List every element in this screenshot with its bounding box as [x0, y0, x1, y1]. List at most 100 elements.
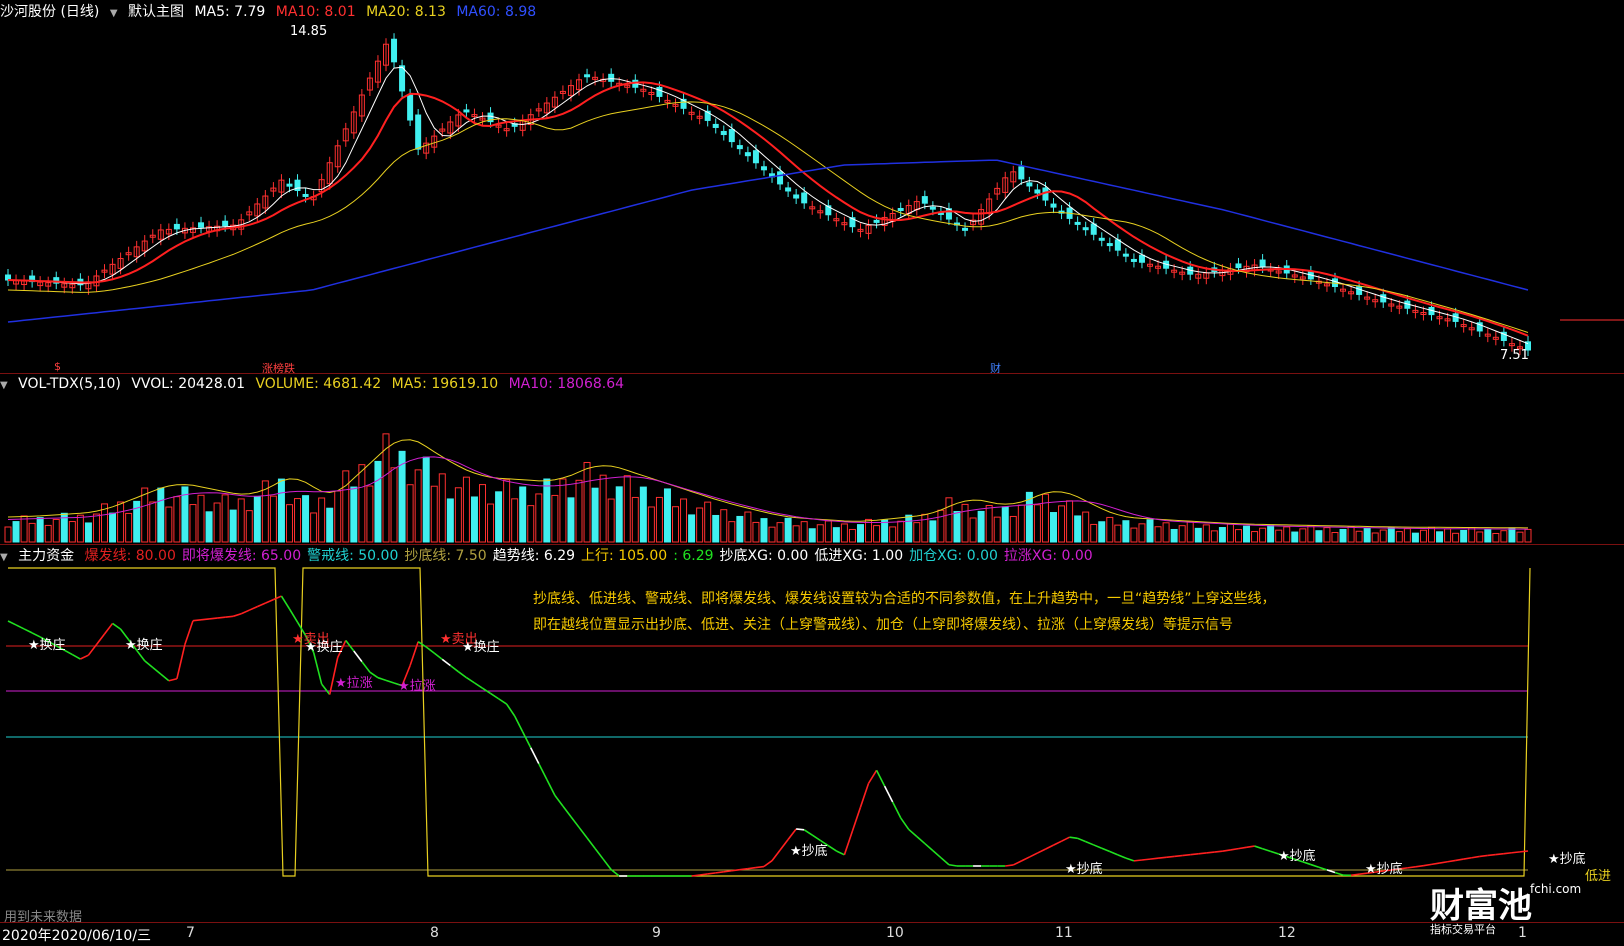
dropdown-icon[interactable]: ▼	[0, 552, 8, 563]
trend-segment	[1190, 854, 1198, 855]
trend-segment	[740, 869, 748, 870]
volume-bar	[729, 522, 735, 542]
trend-segment	[692, 875, 700, 876]
volume-bar	[882, 520, 888, 542]
candle-body	[713, 124, 718, 127]
candle-body	[464, 110, 469, 112]
trend-segment	[177, 644, 185, 678]
trend-segment	[1504, 853, 1512, 854]
trend-segment	[708, 873, 716, 874]
volume-bar	[278, 479, 284, 542]
volume-bar	[1525, 529, 1531, 542]
trend-segment	[16, 625, 24, 629]
trend-segment	[885, 786, 893, 802]
vol-indicator-name[interactable]: VOL-TDX(5,10)	[18, 376, 121, 392]
vvol-value: VVOL: 20428.01	[131, 376, 245, 392]
volume-bar	[190, 505, 196, 542]
trend-segment	[788, 829, 796, 840]
date-axis: 2020年2020/06/10/三 7 8 9 10 11 12 1	[0, 922, 1624, 946]
trend-segment	[732, 870, 740, 871]
indicator-note: 抄底线、低进线、警戒线、即将爆发线、爆发线设置较为合适的不同参数值，在上升趋势中…	[533, 586, 1276, 638]
trend-segment	[716, 872, 724, 873]
volume-bar	[1139, 524, 1145, 542]
volume-bar	[142, 488, 148, 542]
volume-bar	[1388, 527, 1394, 542]
trend-segment	[185, 621, 193, 645]
volume-bar	[1163, 523, 1169, 542]
candle-body	[1027, 183, 1032, 186]
volume-bar	[721, 510, 727, 542]
volume-value: VOLUME: 4681.42	[255, 376, 381, 392]
candle-body	[794, 195, 799, 198]
volume-bar	[849, 529, 855, 542]
volume-bar	[37, 518, 43, 542]
indicator-name[interactable]: 主力资金	[18, 548, 74, 564]
signal-chaodi: ★抄底	[1548, 848, 1586, 867]
volume-chart[interactable]	[0, 394, 1624, 544]
trend-segment	[1423, 864, 1431, 865]
volume-bar	[1284, 527, 1290, 542]
volume-bar	[689, 515, 695, 542]
volume-bar	[1493, 533, 1499, 542]
trend-segment	[603, 859, 611, 870]
trend-segment	[547, 779, 555, 795]
volume-bar	[463, 477, 469, 542]
volume-bar	[1364, 528, 1370, 542]
volume-bar	[206, 512, 212, 542]
volume-bar	[455, 488, 461, 542]
volume-bar	[681, 499, 687, 542]
trend-segment	[836, 851, 844, 855]
volume-bar	[1461, 530, 1467, 542]
trend-segment	[772, 850, 780, 861]
candle-body	[392, 39, 397, 62]
trend-segment	[1263, 849, 1271, 852]
trend-segment	[1407, 867, 1415, 868]
volume-bar	[1227, 524, 1233, 542]
trend-segment	[1440, 862, 1448, 863]
trend-segment	[499, 699, 507, 704]
volume-bar	[528, 506, 534, 542]
candle-body	[1381, 295, 1386, 302]
volume-bar	[673, 507, 679, 542]
candle-body	[922, 197, 927, 204]
volume-bar	[1187, 522, 1193, 542]
axis-tick-8: 8	[430, 925, 439, 941]
signal-huanzhuang: ★换庄	[305, 636, 343, 655]
trend-segment	[893, 802, 901, 818]
indicator-value: 警戒线: 50.00	[307, 548, 398, 564]
trend-segment	[515, 716, 523, 732]
volume-bar	[713, 515, 719, 542]
volume-bar	[1453, 533, 1459, 542]
trend-segment	[724, 871, 732, 872]
logo-site: fchi.com	[1530, 882, 1581, 896]
trend-segment	[941, 858, 949, 865]
volume-bar	[303, 496, 309, 542]
trend-segment	[828, 846, 836, 851]
signal-chaodi: ★抄底	[1365, 858, 1403, 877]
event-badge-left[interactable]: $	[54, 360, 61, 373]
volume-bar	[1276, 530, 1282, 542]
volume-bar	[1244, 526, 1250, 542]
trend-segment	[1472, 856, 1480, 857]
dropdown-icon[interactable]: ▼	[0, 380, 8, 391]
volume-bar	[174, 497, 180, 542]
volume-bar	[1123, 521, 1129, 542]
volume-bar	[319, 498, 325, 542]
volume-bar	[970, 518, 976, 542]
indicator-chart[interactable]: 抄底线、低进线、警戒线、即将爆发线、爆发线设置较为合适的不同参数值，在上升趋势中…	[0, 566, 1624, 922]
volume-bar	[246, 511, 252, 542]
volume-bar	[817, 525, 823, 542]
volume-bar	[1412, 533, 1418, 542]
volume-bar	[962, 504, 968, 542]
trend-segment	[193, 620, 201, 621]
volume-bar	[1445, 529, 1451, 542]
volume-bar	[656, 497, 662, 542]
price-chart[interactable]: 14.85 7.51 $ 涨榜跌 财	[0, 0, 1624, 372]
volume-bar	[150, 502, 156, 542]
trend-segment	[1351, 874, 1359, 875]
volume-bar	[1195, 528, 1201, 542]
trend-segment	[458, 672, 466, 678]
trend-segment	[113, 623, 121, 629]
volume-bar	[214, 503, 220, 542]
trend-segment	[1086, 842, 1094, 845]
